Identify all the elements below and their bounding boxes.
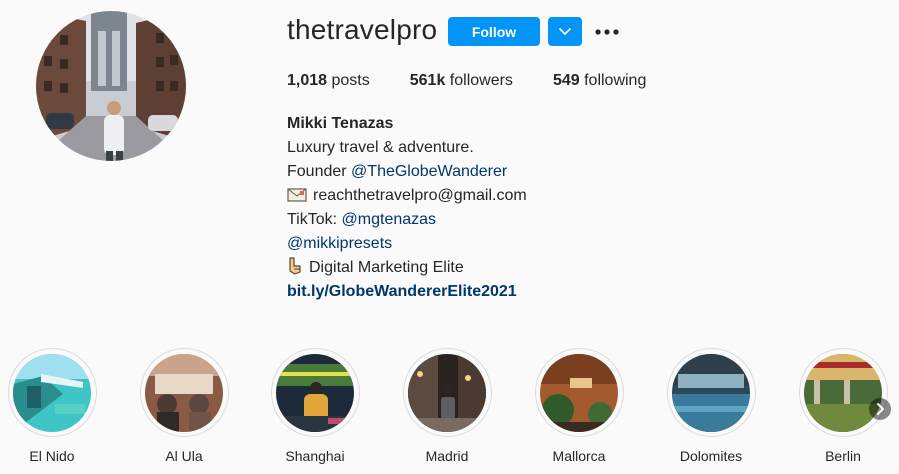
following-label: following	[584, 72, 647, 89]
highlight-label: El Nido	[29, 448, 75, 464]
highlights-next-button[interactable]	[869, 398, 891, 420]
follow-button[interactable]: Follow	[448, 17, 540, 46]
email-text: reachthetravelpro@gmail.com	[313, 187, 527, 204]
highlight-shanghai[interactable]: Shanghai	[265, 348, 365, 464]
highlight-ring	[402, 348, 492, 437]
highlight-ring	[666, 348, 756, 437]
highlight-dolomites[interactable]: Dolomites	[661, 348, 761, 464]
highlight-ring	[534, 348, 624, 437]
posts-count: 1,018	[287, 72, 328, 89]
highlight-ring	[139, 348, 229, 437]
avatar-photo	[36, 11, 186, 161]
profile-avatar[interactable]	[36, 11, 186, 161]
elite-text: Digital Marketing Elite	[309, 259, 464, 276]
founder-prefix: Founder	[287, 163, 347, 180]
presets-mention-link[interactable]: @mikkipresets	[287, 232, 847, 256]
highlight-label: Berlin	[825, 448, 861, 464]
tiktok-prefix: TikTok:	[287, 211, 338, 228]
suggested-accounts-button[interactable]	[548, 17, 582, 46]
highlight-ring	[270, 348, 360, 437]
highlight-cover	[276, 353, 354, 432]
highlight-label: Shanghai	[285, 448, 345, 464]
followers-stat[interactable]: 561k followers	[410, 72, 513, 90]
pointing-finger-icon	[289, 257, 301, 275]
highlight-label: Madrid	[425, 448, 469, 464]
highlight-mallorca[interactable]: Mallorca	[529, 348, 629, 464]
bio-tiktok-line: TikTok: @mgtenazas	[287, 208, 847, 232]
highlight-label: Dolomites	[679, 448, 743, 464]
posts-stat: 1,018 posts	[287, 72, 370, 90]
highlight-cover	[408, 353, 486, 432]
envelope-icon	[287, 188, 307, 202]
following-stat[interactable]: 549 following	[553, 72, 646, 90]
highlight-label: Mallorca	[552, 448, 606, 464]
tiktok-mention-link[interactable]: @mgtenazas	[342, 211, 437, 228]
highlight-el-nido[interactable]: El Nido	[2, 348, 102, 464]
bio-email-line: reachthetravelpro@gmail.com	[287, 184, 847, 208]
profile-stats: 1,018 posts 561k followers 549 following	[287, 72, 686, 90]
profile-username: thetravelpro	[287, 14, 438, 45]
highlight-al-ula[interactable]: Al Ula	[134, 348, 234, 464]
more-options-icon	[595, 29, 619, 35]
highlight-madrid[interactable]: Madrid	[397, 348, 497, 464]
bio-elite-line: Digital Marketing Elite	[287, 256, 847, 280]
chevron-down-icon	[559, 28, 571, 35]
posts-label: posts	[331, 72, 370, 89]
followers-count: 561k	[409, 72, 446, 89]
bio-tagline: Luxury travel & adventure.	[287, 139, 474, 156]
highlight-ring	[798, 348, 888, 437]
highlight-cover	[672, 353, 750, 432]
founder-mention-link[interactable]: @TheGlobeWanderer	[351, 163, 507, 180]
more-options-button[interactable]	[594, 22, 620, 42]
bio-founder-line: Founder @TheGlobeWanderer	[287, 160, 847, 184]
story-highlights: El Nido Al Ula Shanghai Madrid Mallorca …	[0, 348, 899, 474]
highlight-ring	[7, 348, 97, 437]
highlight-cover	[145, 353, 223, 432]
chevron-right-icon	[877, 403, 884, 415]
website-link[interactable]: bit.ly/GlobeWandererElite2021	[287, 280, 847, 304]
highlight-cover	[540, 353, 618, 432]
following-count: 549	[552, 72, 580, 89]
full-name: Mikki Tenazas	[287, 115, 394, 132]
highlight-label: Al Ula	[165, 448, 203, 464]
profile-bio: Mikki Tenazas Luxury travel & adventure.…	[287, 112, 847, 304]
followers-label: followers	[449, 72, 513, 89]
highlight-cover	[13, 353, 91, 432]
